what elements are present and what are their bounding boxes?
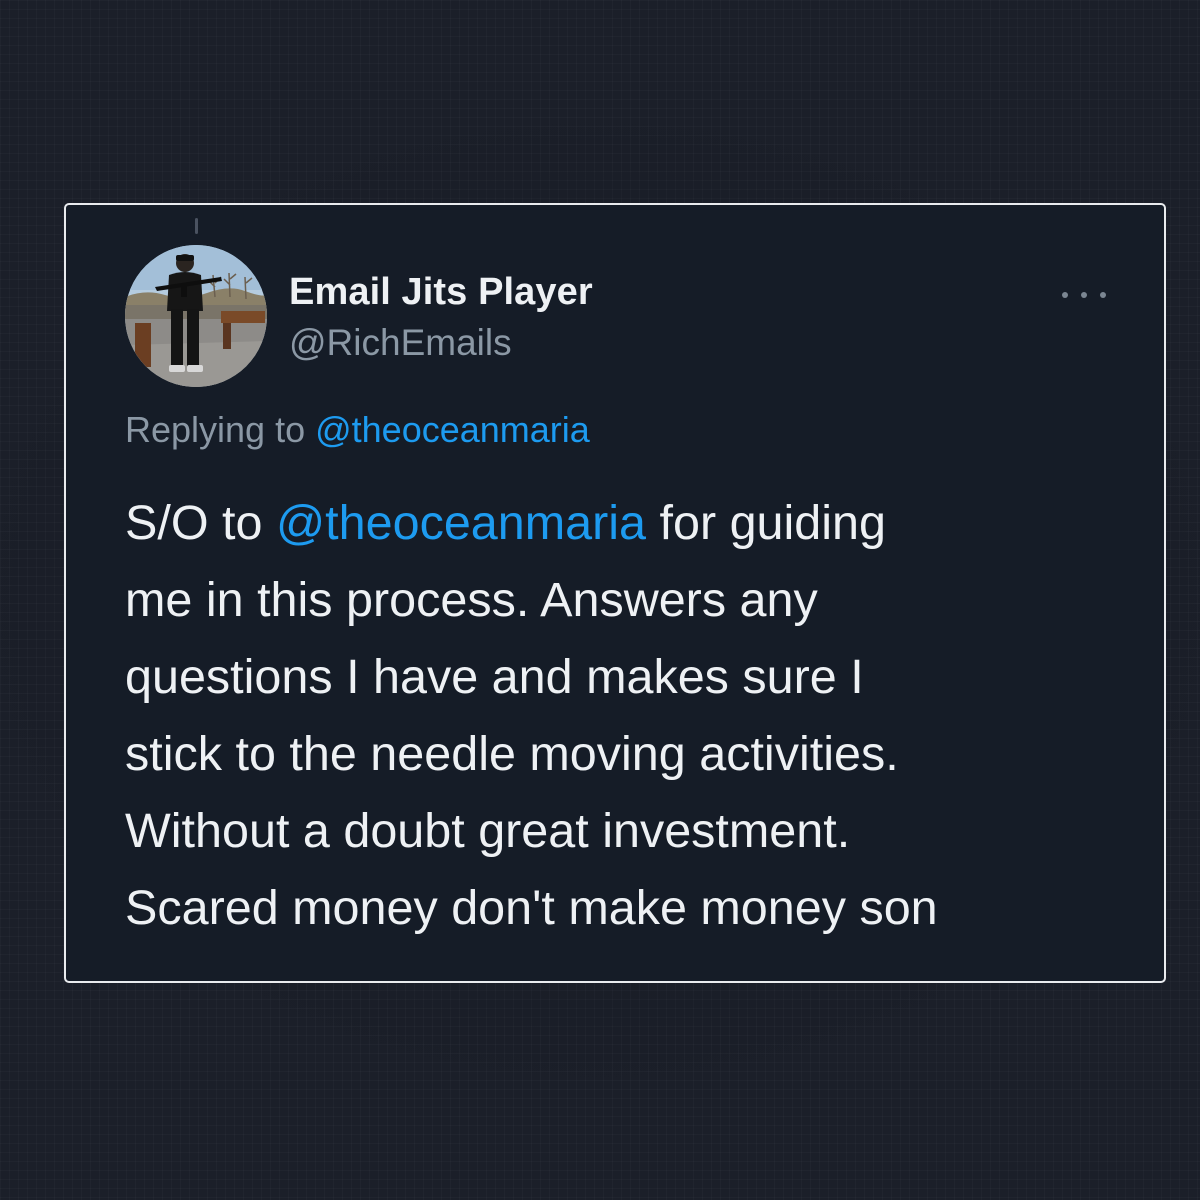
tweet-text-line: Scared money don't make money son xyxy=(125,881,938,935)
tweet-text-segment: for guiding xyxy=(646,496,887,550)
tweet-mention-link[interactable]: @theoceanmaria xyxy=(276,496,646,550)
more-horizontal-icon-dot xyxy=(1100,292,1106,298)
profile-photo-icon xyxy=(125,245,267,387)
tweet-text-line: stick to the needle moving activities. xyxy=(125,727,899,781)
replying-to: Replying to @theoceanmaria xyxy=(125,409,590,451)
more-horizontal-icon xyxy=(1062,292,1068,298)
more-options-button[interactable] xyxy=(1062,285,1106,305)
tweet-text-line: me in this process. Answers any xyxy=(125,573,818,627)
tweet-text-line: questions I have and makes sure I xyxy=(125,650,864,704)
tweet-text-line: Without a doubt great investment. xyxy=(125,804,851,858)
tweet-text-segment: S/O to xyxy=(125,496,276,550)
tweet-text-line: S/O to @theoceanmaria for guiding xyxy=(125,485,1145,562)
replying-to-label: Replying to xyxy=(125,409,316,450)
more-horizontal-icon-dot xyxy=(1081,292,1087,298)
tweet-card: Email Jits Player @RichEmails Replying t… xyxy=(64,203,1166,983)
author-display-name[interactable]: Email Jits Player xyxy=(289,271,593,314)
tweet-text: S/O to @theoceanmaria for guiding me in … xyxy=(125,485,1145,947)
author-handle[interactable]: @RichEmails xyxy=(289,322,512,364)
replying-to-mention-link[interactable]: @theoceanmaria xyxy=(315,409,590,450)
avatar[interactable] xyxy=(125,245,267,387)
thread-connector-line xyxy=(195,218,198,234)
